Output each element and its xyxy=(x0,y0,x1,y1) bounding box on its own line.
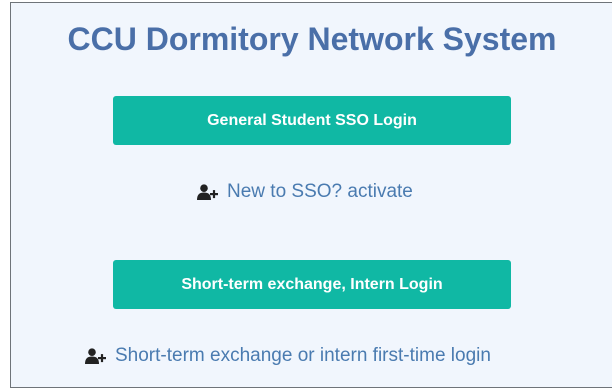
activate-sso-link[interactable]: New to SSO? activate xyxy=(197,181,413,203)
user-plus-icon xyxy=(85,348,106,364)
short-term-first-login-link[interactable]: Short-term exchange or intern first-time… xyxy=(85,345,491,367)
page-title: CCU Dormitory Network System xyxy=(67,21,557,57)
activate-sso-label: New to SSO? activate xyxy=(227,181,413,202)
login-panel: CCU Dormitory Network System General Stu… xyxy=(10,2,612,388)
short-term-login-button[interactable]: Short-term exchange, Intern Login xyxy=(113,260,511,309)
short-term-first-login-label: Short-term exchange or intern first-time… xyxy=(115,345,491,366)
sso-login-button[interactable]: General Student SSO Login xyxy=(113,96,511,145)
user-plus-icon xyxy=(197,184,218,200)
